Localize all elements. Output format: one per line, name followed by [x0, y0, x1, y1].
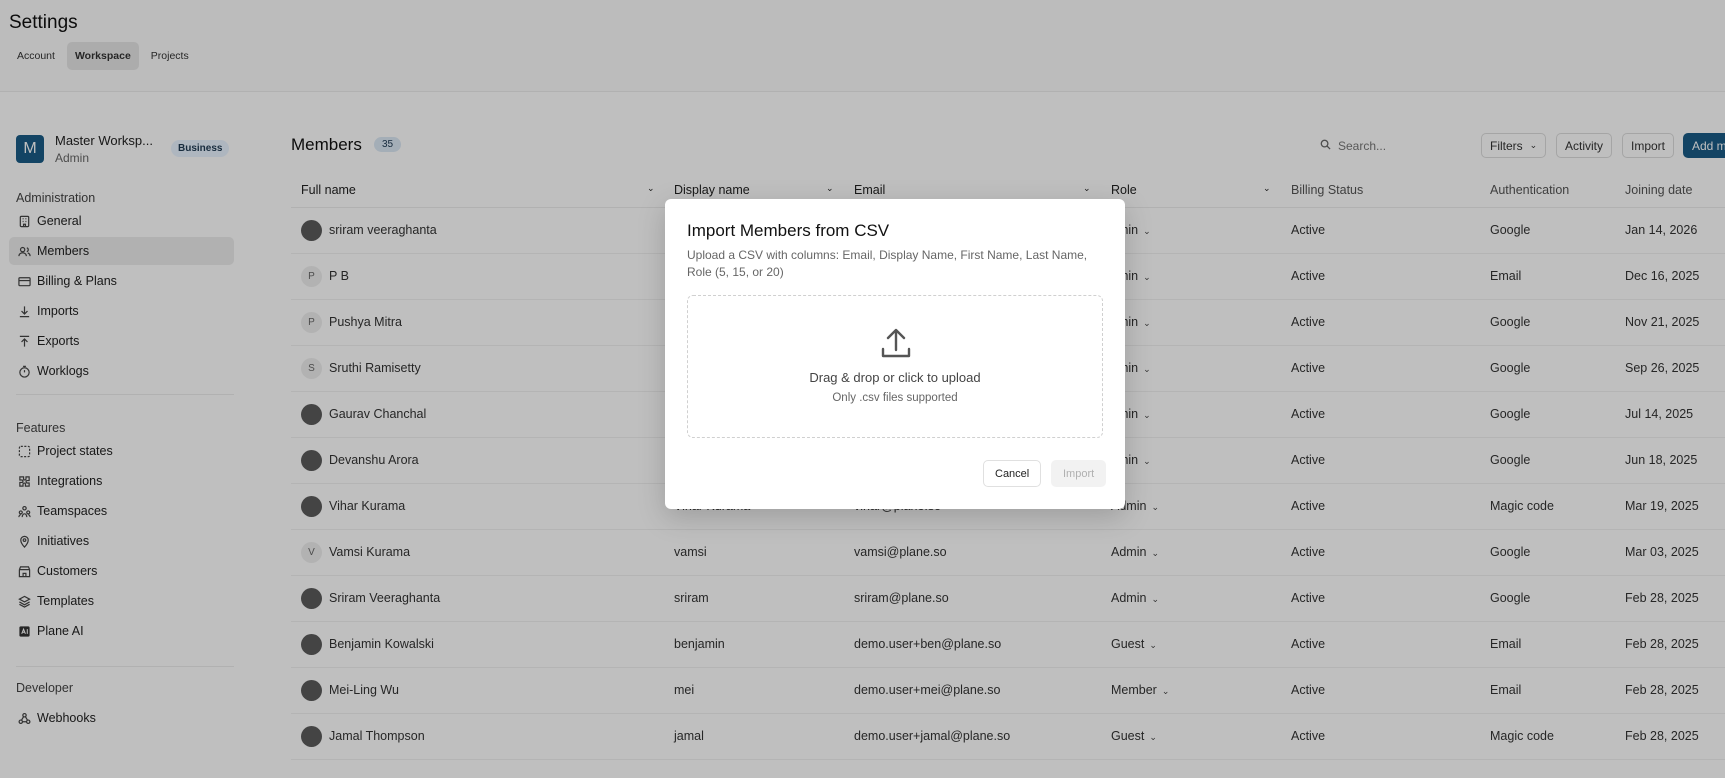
modal-title: Import Members from CSV	[687, 221, 890, 240]
upload-icon	[881, 328, 911, 358]
csv-dropzone[interactable]: Drag & drop or click to upload Only .csv…	[687, 295, 1103, 438]
dropzone-text: Drag & drop or click to upload	[809, 370, 981, 385]
import-submit-button[interactable]: Import	[1051, 460, 1107, 487]
modal-description: Upload a CSV with columns: Email, Displa…	[687, 248, 1088, 279]
dropzone-subtext: Only .csv files supported	[832, 392, 958, 404]
import-csv-modal: Import Members from CSV Upload a CSV wit…	[665, 199, 1125, 509]
cancel-button[interactable]: Cancel	[983, 460, 1042, 487]
app-root: Settings Account Workspace Projects M Ma…	[0, 0, 1725, 778]
